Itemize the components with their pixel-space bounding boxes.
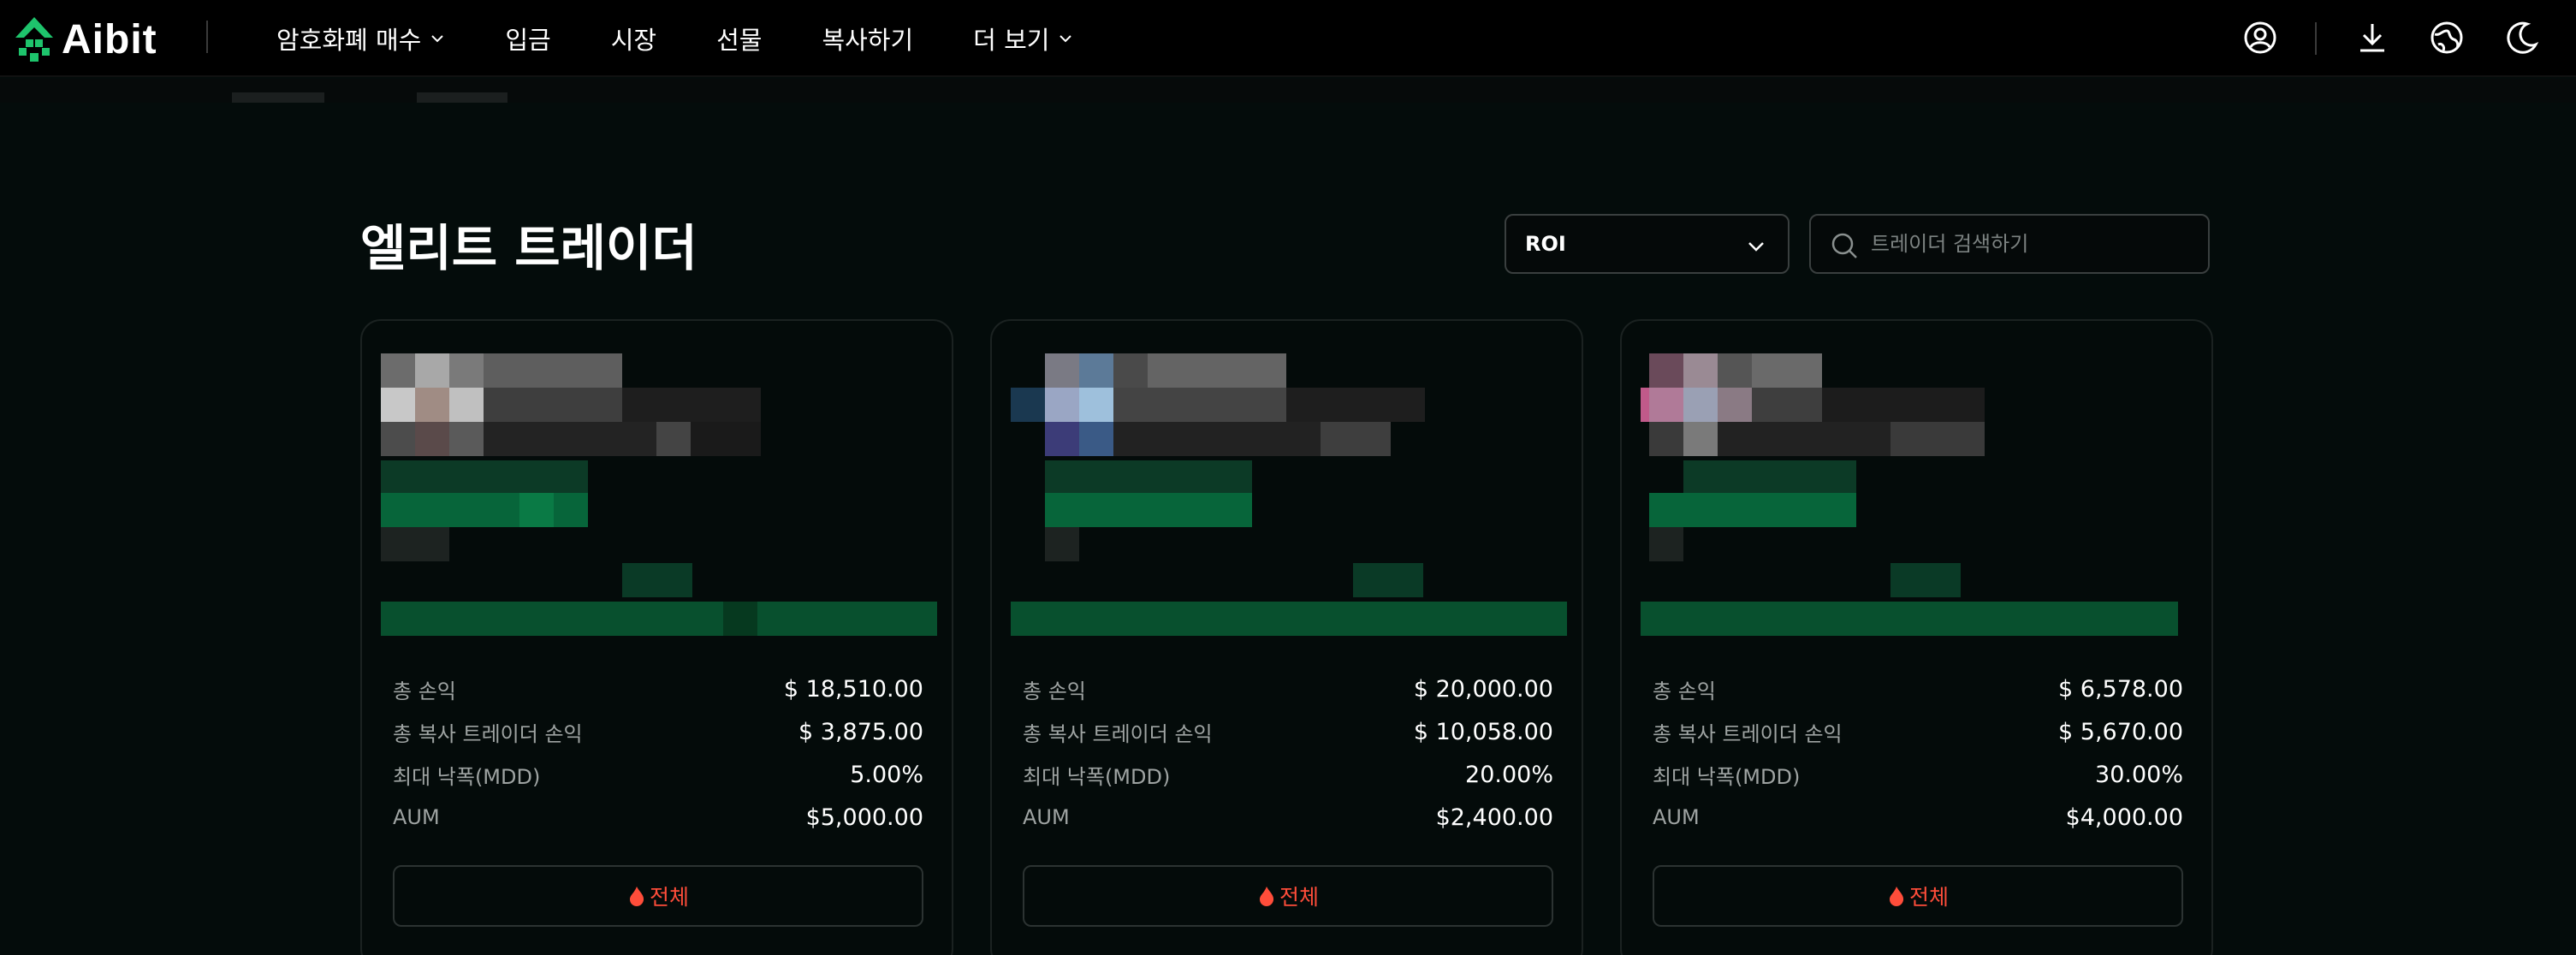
stat-copy-pnl: 총 복사 트레이더 손익 $ 5,670.00 <box>1653 710 2183 753</box>
stat-value: 30.00% <box>2095 761 2183 788</box>
stat-label: AUM <box>393 805 440 829</box>
view-all-button[interactable]: 전체 <box>1653 865 2183 927</box>
fire-icon <box>629 887 644 906</box>
stat-mdd: 최대 낙폭(MDD) 5.00% <box>393 753 923 796</box>
nav-divider <box>2315 22 2317 55</box>
stat-label: 최대 낙폭(MDD) <box>393 764 541 789</box>
dark-mode-moon-icon[interactable] <box>2503 19 2541 56</box>
stat-value: $ 10,058.00 <box>1413 718 1553 745</box>
nav-item-futures[interactable]: 선물 <box>716 21 762 56</box>
stat-label: 총 복사 트레이더 손익 <box>1023 721 1213 746</box>
stat-label: AUM <box>1653 805 1700 829</box>
stat-aum: AUM $4,000.00 <box>1653 796 2183 839</box>
nav-item-label: 선물 <box>716 26 763 55</box>
trader-card[interactable]: 총 손익 $ 6,578.00 총 복사 트레이더 손익 $ 5,670.00 … <box>1620 319 2213 955</box>
chevron-down-icon <box>1748 242 1764 252</box>
stat-label: 최대 낙폭(MDD) <box>1653 764 1801 789</box>
nav-item-label: 시장 <box>610 26 657 55</box>
trader-stats: 총 손익 $ 18,510.00 총 복사 트레이더 손익 $ 3,875.00… <box>393 667 923 839</box>
stat-total-pnl: 총 손익 $ 6,578.00 <box>1653 667 2183 710</box>
stat-label: 총 복사 트레이더 손익 <box>1653 721 1843 746</box>
sub-tab[interactable] <box>232 92 324 103</box>
sub-tab[interactable] <box>417 92 507 103</box>
sort-select-value: ROI <box>1525 232 1566 256</box>
view-all-label: 전체 <box>1279 885 1319 910</box>
stat-copy-pnl: 총 복사 트레이더 손익 $ 3,875.00 <box>393 710 923 753</box>
stat-mdd: 최대 낙폭(MDD) 20.00% <box>1023 753 1553 796</box>
stat-total-pnl: 총 손익 $ 20,000.00 <box>1023 667 1553 710</box>
stat-total-pnl: 총 손익 $ 18,510.00 <box>393 667 923 710</box>
user-profile-icon[interactable] <box>2241 19 2279 56</box>
nav-item-deposit[interactable]: 입금 <box>505 21 550 56</box>
trader-stats: 총 손익 $ 20,000.00 총 복사 트레이더 손익 $ 10,058.0… <box>1023 667 1553 839</box>
download-icon[interactable] <box>2353 19 2391 56</box>
nav-item-more[interactable]: 더 보기 <box>973 21 1073 56</box>
nav-item-markets[interactable]: 시장 <box>611 21 656 56</box>
stat-copy-pnl: 총 복사 트레이더 손익 $ 10,058.00 <box>1023 710 1553 753</box>
brand-logo[interactable]: Aibit <box>14 15 157 63</box>
nav-item-label: 더 보기 <box>973 26 1050 55</box>
stat-aum: AUM $2,400.00 <box>1023 796 1553 839</box>
nav-item-label: 복사하기 <box>822 26 914 55</box>
stat-label: 최대 낙폭(MDD) <box>1023 764 1171 789</box>
stat-mdd: 최대 낙폭(MDD) 30.00% <box>1653 753 2183 796</box>
stat-aum: AUM $5,000.00 <box>393 796 923 839</box>
brand-name: Aibit <box>62 16 157 62</box>
trader-card[interactable]: 총 손익 $ 20,000.00 총 복사 트레이더 손익 $ 10,058.0… <box>990 319 1583 955</box>
stat-label: 총 복사 트레이더 손익 <box>393 721 583 746</box>
aibit-logo-icon <box>15 17 53 62</box>
main-menu: 암호화폐 매수 입금 시장 선물 복사하기 더 보기 <box>276 0 1133 77</box>
stat-value: $4,000.00 <box>2065 804 2183 831</box>
nav-item-label: 암호화폐 매수 <box>276 26 422 55</box>
stat-label: AUM <box>1023 805 1070 829</box>
nav-item-buy-crypto[interactable]: 암호화폐 매수 <box>276 21 445 56</box>
pixelated-trader-preview <box>381 353 937 655</box>
stat-value: 5.00% <box>850 761 923 788</box>
page-title: 엘리트 트레이더 <box>360 219 697 277</box>
stat-value: $ 3,875.00 <box>798 718 923 745</box>
pixelated-trader-preview <box>1011 353 1567 655</box>
stat-label: 총 손익 <box>1653 679 1716 703</box>
language-globe-icon[interactable] <box>2428 19 2466 56</box>
stat-label: 총 손익 <box>1023 679 1086 703</box>
nav-item-copy-trading[interactable]: 복사하기 <box>822 21 913 56</box>
stat-value: $ 6,578.00 <box>2058 675 2183 703</box>
nav-divider <box>206 21 208 53</box>
sub-navigation-bar <box>0 79 2576 103</box>
trader-card[interactable]: 총 손익 $ 18,510.00 총 복사 트레이더 손익 $ 3,875.00… <box>360 319 953 955</box>
nav-item-label: 입금 <box>505 26 551 55</box>
trader-stats: 총 손익 $ 6,578.00 총 복사 트레이더 손익 $ 5,670.00 … <box>1653 667 2183 839</box>
view-all-label: 전체 <box>1908 885 1949 910</box>
view-all-button[interactable]: 전체 <box>1023 865 1553 927</box>
stat-label: 총 손익 <box>393 679 456 703</box>
chevron-down-icon <box>431 35 444 43</box>
stat-value: $ 18,510.00 <box>783 675 923 703</box>
stat-value: $5,000.00 <box>805 804 923 831</box>
chevron-down-icon <box>1059 35 1072 43</box>
trader-search[interactable] <box>1809 214 2210 274</box>
stat-value: $ 5,670.00 <box>2058 718 2183 745</box>
top-navigation-bar: Aibit 암호화폐 매수 입금 시장 선물 복사하기 더 보기 <box>0 0 2576 77</box>
fire-icon <box>1259 887 1274 906</box>
view-all-label: 전체 <box>649 885 689 910</box>
sort-select[interactable]: ROI <box>1505 214 1790 274</box>
stat-value: 20.00% <box>1465 761 1553 788</box>
stat-value: $2,400.00 <box>1435 804 1553 831</box>
stat-value: $ 20,000.00 <box>1413 675 1553 703</box>
view-all-button[interactable]: 전체 <box>393 865 923 927</box>
search-icon <box>1831 233 1857 258</box>
pixelated-trader-preview <box>1641 353 2197 655</box>
search-input[interactable] <box>1871 232 2187 256</box>
fire-icon <box>1889 887 1904 906</box>
